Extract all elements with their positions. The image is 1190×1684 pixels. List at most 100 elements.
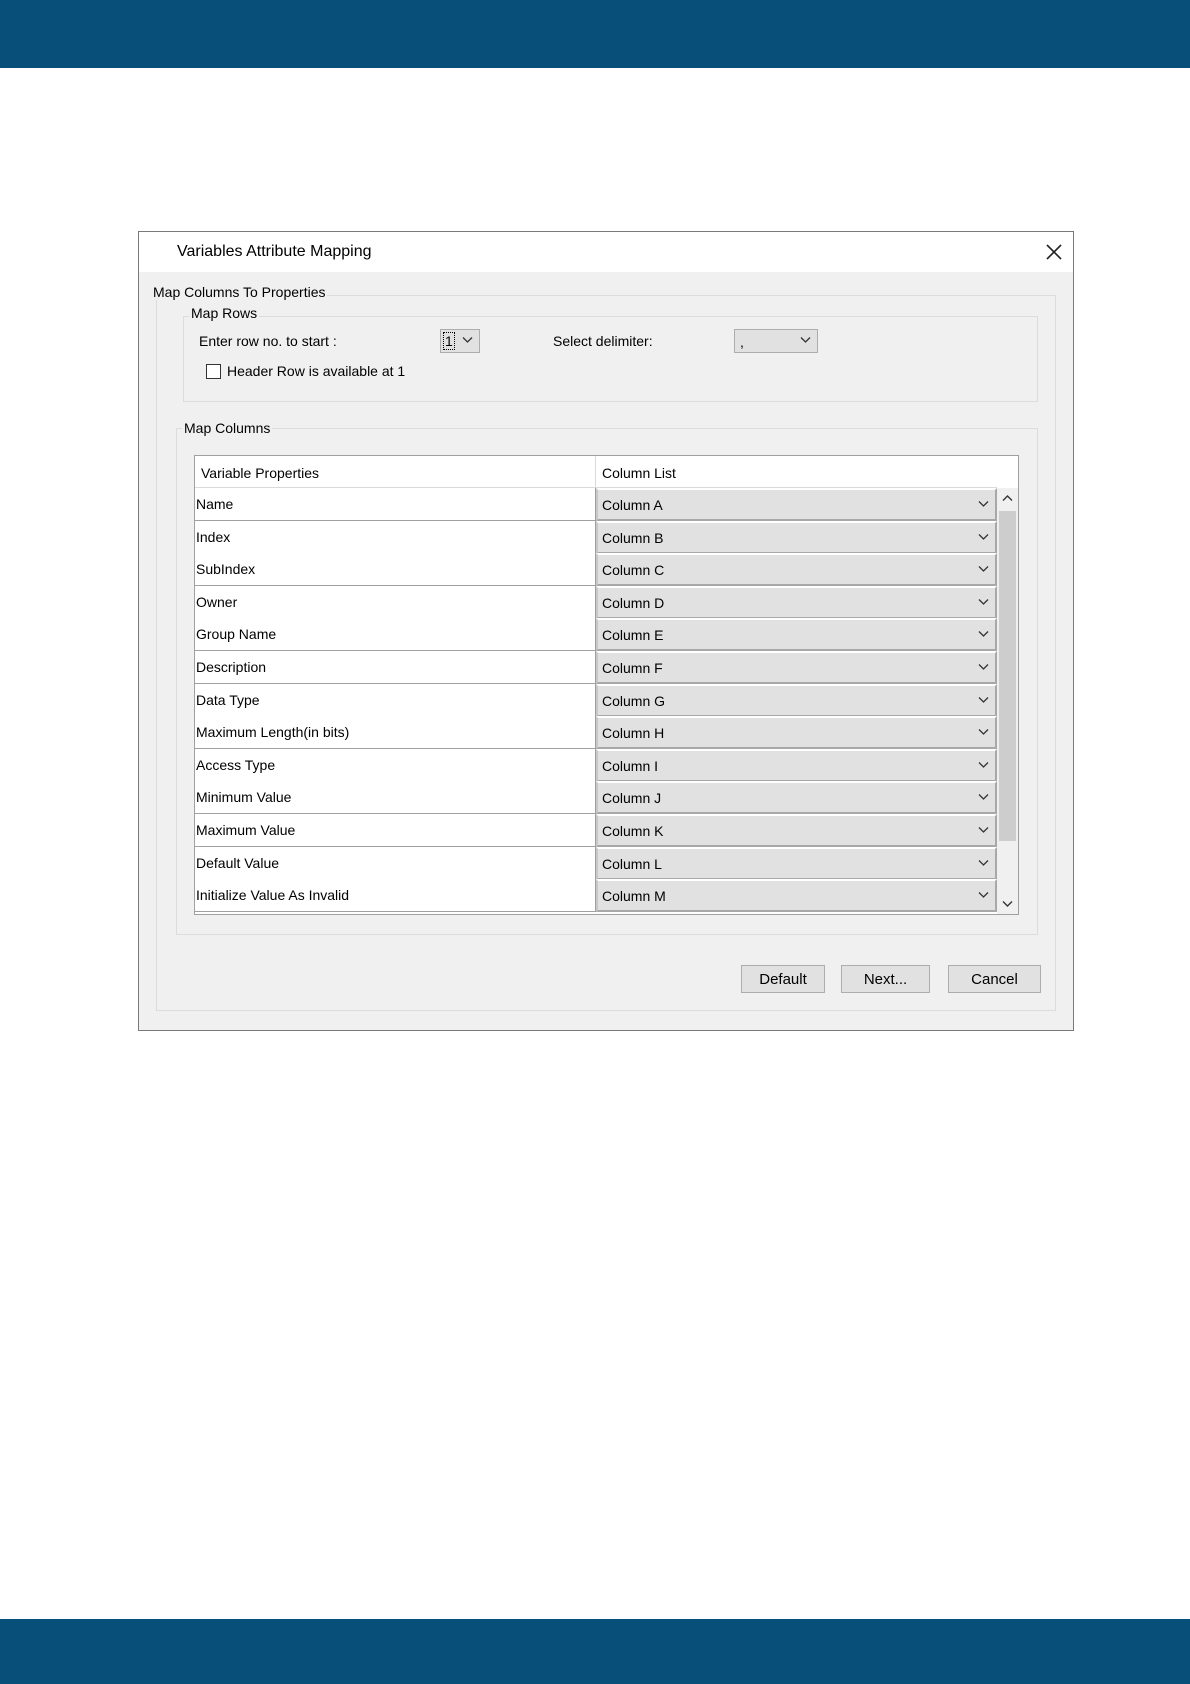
- row-start-label: Enter row no. to start :: [199, 333, 337, 349]
- property-cell: Owner: [195, 585, 596, 619]
- table-row: Maximum Value Column K: [195, 814, 997, 847]
- table-row: Initialize Value As Invalid Column M: [195, 879, 997, 913]
- next-button[interactable]: Next...: [841, 965, 930, 993]
- column-value: Column K: [602, 823, 664, 839]
- property-label: Access Type: [196, 756, 276, 773]
- property-label: Owner: [196, 593, 238, 610]
- property-label: Data Type: [196, 691, 260, 708]
- chevron-down-icon: [978, 664, 989, 670]
- column-value: Column H: [602, 725, 665, 742]
- cancel-button[interactable]: Cancel: [948, 965, 1041, 993]
- column-select[interactable]: Column G: [596, 683, 997, 717]
- table-row: Owner Column D: [195, 585, 997, 619]
- column-value: Column C: [602, 562, 665, 579]
- column-select[interactable]: Column B: [596, 520, 997, 554]
- chevron-down-icon: [978, 859, 989, 866]
- column-select[interactable]: Column C: [596, 553, 997, 587]
- table-row: Default Value Column L: [195, 846, 997, 880]
- header-row-label: Header Row is available at 1: [227, 363, 406, 379]
- property-cell: Name: [195, 488, 596, 521]
- property-label: Group Name: [196, 626, 277, 643]
- map-rows-group: [183, 316, 1038, 402]
- column-value: Column I: [602, 757, 659, 774]
- property-label: Maximum Length(in bits): [196, 724, 350, 741]
- property-label: Index: [196, 528, 231, 545]
- table-row: SubIndex Column C: [195, 553, 997, 587]
- column-value: Column D: [602, 594, 665, 611]
- property-cell: Default Value: [195, 846, 596, 880]
- property-label: Initialize Value As Invalid: [196, 887, 350, 904]
- chevron-down-icon: [978, 794, 989, 801]
- property-cell: Index: [195, 520, 596, 554]
- property-label: Default Value: [196, 854, 280, 871]
- property-label: Name: [196, 496, 234, 512]
- column-select[interactable]: Column J: [596, 781, 997, 815]
- chevron-down-icon: [978, 892, 989, 899]
- chevron-down-icon: [800, 337, 811, 343]
- vertical-scrollbar[interactable]: [997, 488, 1018, 914]
- property-label: Minimum Value: [196, 789, 292, 806]
- close-icon[interactable]: [1043, 241, 1065, 263]
- property-cell: Maximum Value: [195, 814, 596, 847]
- row-start-value: 1: [443, 332, 455, 350]
- table-row: Maximum Length(in bits) Column H: [195, 716, 997, 750]
- column-value: Column B: [602, 529, 664, 546]
- chevron-down-icon: [978, 501, 989, 507]
- property-cell: Description: [195, 651, 596, 684]
- column-value: Column G: [602, 692, 666, 709]
- table-row: Minimum Value Column J: [195, 781, 997, 815]
- property-label: Maximum Value: [196, 822, 296, 838]
- column-value: Column M: [602, 888, 666, 905]
- page-header-band: [0, 0, 1190, 68]
- table-row: Data Type Column G: [195, 683, 997, 717]
- column-select[interactable]: Column E: [596, 618, 997, 652]
- property-cell: Initialize Value As Invalid: [195, 879, 596, 913]
- property-cell: SubIndex: [195, 553, 596, 587]
- column-value: Column F: [602, 660, 663, 676]
- column-select[interactable]: Column K: [596, 814, 997, 847]
- table-row: Description Column F: [195, 651, 997, 684]
- map-columns-legend: Map Columns: [182, 420, 273, 436]
- column-select[interactable]: Column D: [596, 585, 997, 619]
- column-value: Column E: [602, 627, 664, 644]
- map-rows-legend: Map Rows: [189, 305, 260, 321]
- column-value: Column A: [602, 497, 663, 513]
- column-select[interactable]: Column F: [596, 651, 997, 684]
- header-variable-properties: Variable Properties: [195, 456, 596, 488]
- chevron-down-icon: [978, 827, 989, 833]
- title-bar: Variables Attribute Mapping: [139, 232, 1073, 272]
- delimiter-select[interactable]: ,: [734, 329, 818, 353]
- chevron-down-icon: [462, 337, 473, 343]
- mapping-grid: Variable Properties Column List Name Colu…: [194, 455, 1019, 915]
- header-column-list: Column List: [596, 456, 997, 488]
- property-cell: Maximum Length(in bits): [195, 716, 596, 750]
- table-row: Index Column B: [195, 520, 997, 554]
- header-row-checkbox[interactable]: [206, 364, 221, 379]
- default-button[interactable]: Default: [741, 965, 825, 993]
- row-start-select[interactable]: 1: [440, 329, 480, 353]
- property-cell: Group Name: [195, 618, 596, 652]
- column-select[interactable]: Column L: [596, 846, 997, 880]
- page-footer-band: [0, 1619, 1190, 1684]
- property-cell: Data Type: [195, 683, 596, 717]
- scroll-up-icon[interactable]: [997, 488, 1018, 508]
- property-cell: Minimum Value: [195, 781, 596, 815]
- table-row: Group Name Column E: [195, 618, 997, 652]
- chevron-down-icon: [978, 631, 989, 638]
- table-row: Name Column A: [195, 488, 997, 521]
- chevron-down-icon: [978, 533, 989, 540]
- chevron-down-icon: [978, 761, 989, 768]
- property-label: SubIndex: [196, 561, 256, 578]
- chevron-down-icon: [978, 696, 989, 703]
- column-select[interactable]: Column A: [596, 488, 997, 521]
- property-label: Description: [196, 659, 267, 675]
- column-select[interactable]: Column H: [596, 716, 997, 750]
- delimiter-value: ,: [740, 334, 744, 350]
- variables-attribute-mapping-dialog: Variables Attribute Mapping Map Columns …: [138, 231, 1074, 1031]
- column-select[interactable]: Column M: [596, 879, 997, 913]
- scrollbar-thumb[interactable]: [999, 511, 1016, 841]
- column-select[interactable]: Column I: [596, 748, 997, 782]
- scroll-down-icon[interactable]: [997, 894, 1018, 914]
- map-columns-to-properties-legend: Map Columns To Properties: [151, 284, 328, 300]
- column-value: Column L: [602, 855, 662, 872]
